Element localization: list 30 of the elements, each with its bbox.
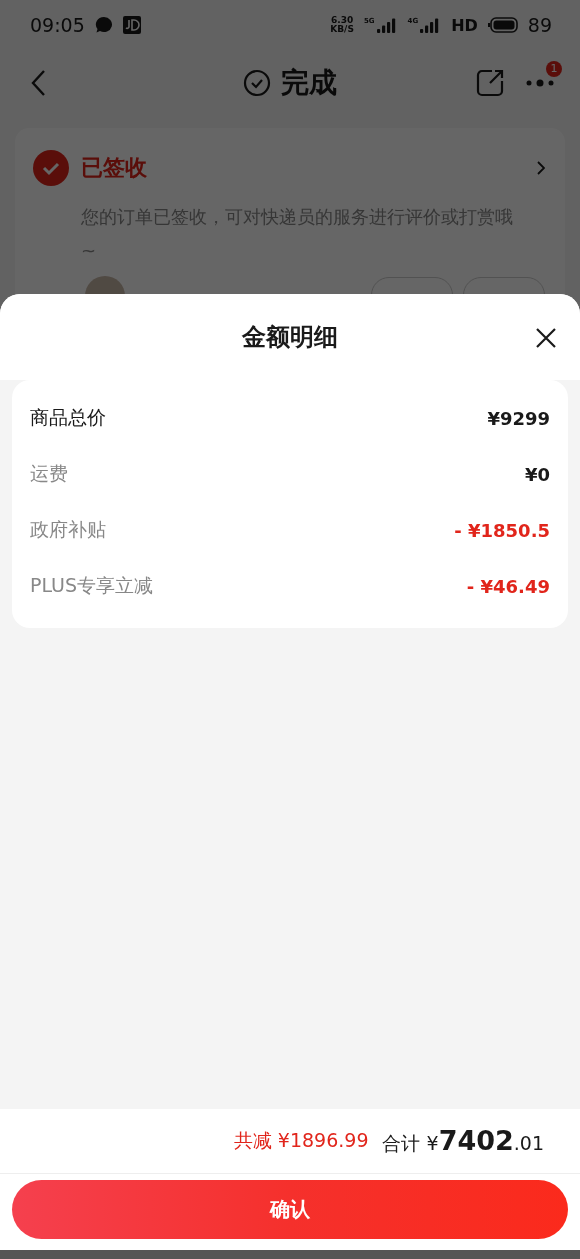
battery-icon [487, 17, 518, 33]
page-title: 完成 [281, 64, 337, 101]
share-icon[interactable] [476, 68, 504, 97]
chevron-right-icon[interactable] [537, 161, 545, 175]
check-circle-icon [243, 68, 271, 97]
price-label: 政府补贴 [30, 517, 106, 542]
sheet-title: 金额明细 [242, 322, 338, 353]
price-label: 运费 [30, 461, 68, 486]
confirm-button[interactable]: 确认 [12, 1180, 568, 1239]
app-icon [122, 16, 141, 34]
price-amount: - ¥46.49 [466, 575, 550, 597]
hd-indicator: HD [451, 15, 478, 35]
network-speed: 6.30 KB/S [330, 16, 354, 34]
notification-badge: 1 [546, 60, 562, 77]
price-label: PLUS专享立减 [30, 573, 154, 598]
price-amount: ¥9299 [487, 407, 550, 429]
price-amount: - ¥1850.5 [454, 519, 550, 541]
signal-icon [375, 17, 398, 33]
delivery-status: 已签收 [81, 154, 148, 182]
price-label: 商品总价 [30, 405, 106, 430]
check-circle-icon [33, 150, 69, 186]
battery-level: 89 [527, 14, 552, 36]
back-icon[interactable] [30, 68, 46, 97]
chat-bubble-icon [94, 16, 113, 34]
order-total: 合计 ¥7402.01 [382, 1125, 544, 1157]
price-amount: ¥0 [524, 463, 550, 485]
discount-total: 共减 ¥1896.99 [233, 1128, 369, 1153]
close-button[interactable] [536, 328, 556, 348]
more-icon[interactable] [526, 78, 554, 87]
status-time: 09:05 [30, 14, 85, 36]
